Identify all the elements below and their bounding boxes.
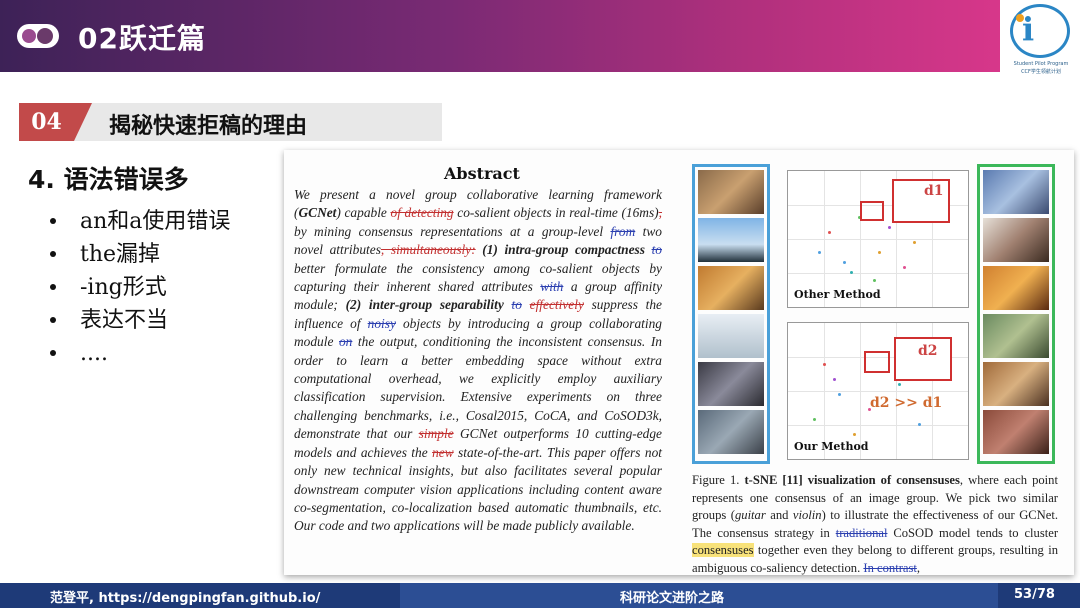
abstract-title: Abstract <box>444 164 520 183</box>
logo-line1: Student Pilot Program <box>1013 61 1069 67</box>
footer-author: 范登平, https://dengpingfan.github.io/ <box>50 591 321 606</box>
page-number: 53/78 <box>1014 587 1055 602</box>
logo: i Student Pilot Program CCF学生领航计划 <box>1004 2 1078 75</box>
footer-bar: 范登平, https://dengpingfan.github.io/ 科研论文… <box>0 583 1080 608</box>
footer-course: 科研论文进阶之路 <box>620 591 725 606</box>
image-column-right <box>977 164 1055 464</box>
compare-label: d2 >> d1 <box>870 395 943 411</box>
title-bar: 02跃迁篇 <box>0 0 1000 72</box>
list-item: -ing形式 <box>50 271 230 304</box>
slide-title: 02跃迁篇 <box>78 22 206 55</box>
plot-top-label: Other Method <box>794 288 881 301</box>
figure: d1 Other Method d2 d2 >> d1 Our Method <box>692 164 1057 464</box>
list-item: an和a使用错误 <box>50 205 230 238</box>
section-number: 04 <box>19 103 74 141</box>
list-item: .... <box>50 337 230 370</box>
logo-line2: CCF学生领航计划 <box>1021 69 1061 75</box>
section-banner: 04 揭秘快速拒稿的理由 <box>19 103 442 141</box>
abstract-text: We present a novel group collaborative l… <box>294 187 663 534</box>
list-item: the漏掉 <box>50 238 230 271</box>
figure-caption: Figure 1. t-SNE [11] visualization of co… <box>692 473 1059 575</box>
d2-label: d2 <box>918 343 938 359</box>
plot-top: d1 Other Method <box>787 170 969 308</box>
list-item: 表达不当 <box>50 304 230 337</box>
plot-bottom-label: Our Method <box>794 440 869 453</box>
section-title: 揭秘快速拒稿的理由 <box>109 114 308 139</box>
plot-bottom: d2 d2 >> d1 Our Method <box>787 322 969 460</box>
paper-screenshot: Abstract We present a novel group collab… <box>284 150 1074 575</box>
d1-label: d1 <box>924 183 944 199</box>
content-heading: 4. 语法错误多 <box>28 165 189 194</box>
toggle-icon <box>17 24 59 48</box>
image-column-left <box>692 164 770 464</box>
bullet-list: an和a使用错误 the漏掉 -ing形式 表达不当 .... <box>50 205 230 370</box>
